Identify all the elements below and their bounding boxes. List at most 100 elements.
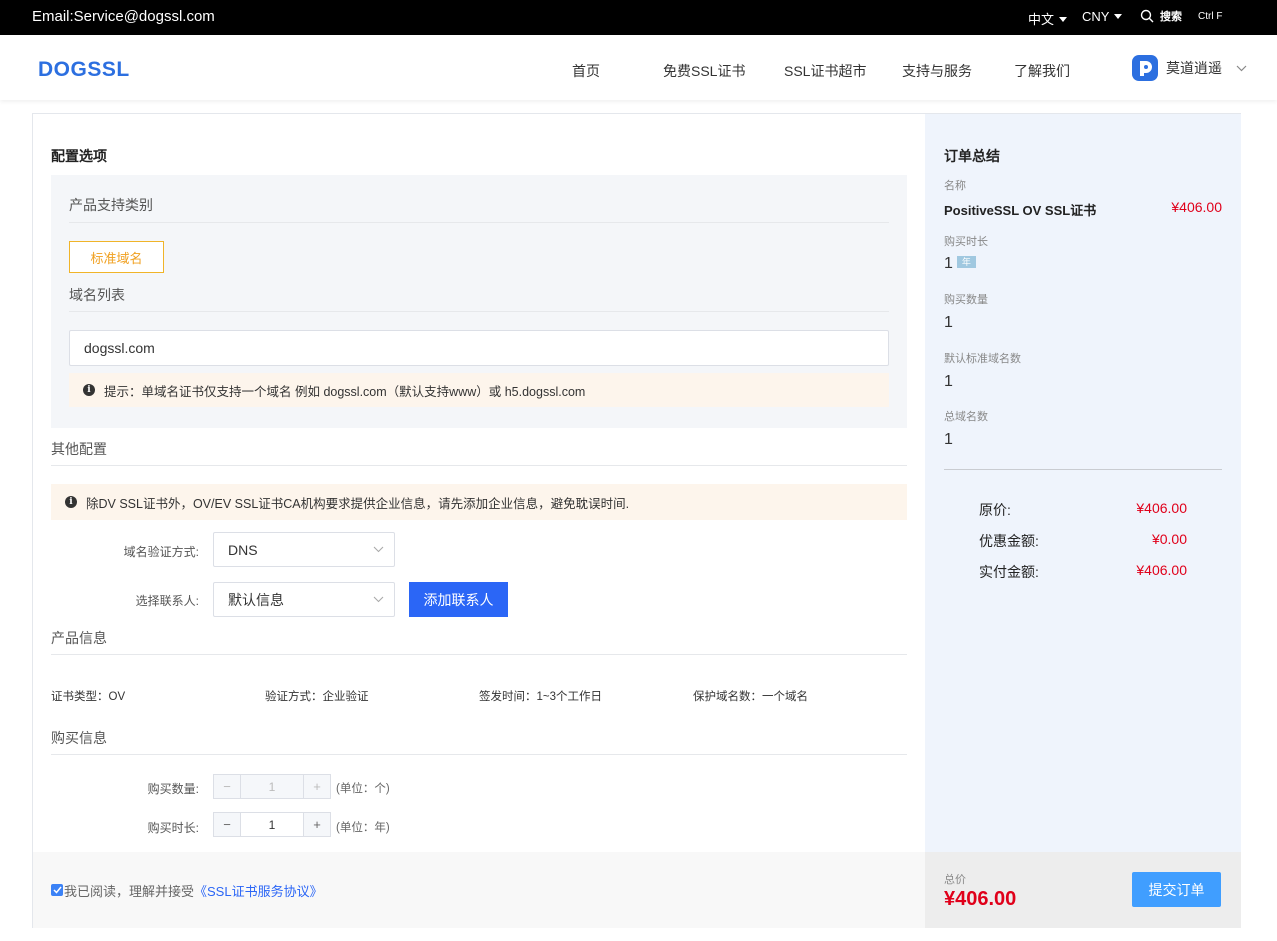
search-label: 搜索 [1160,11,1182,23]
quantity-decrement-button[interactable]: − [214,775,240,798]
domain-config-box: 产品支持类别 标准域名 域名列表 dogssl.com i 提示：单域名证书仅支… [51,175,907,428]
quantity-value[interactable]: 1 [240,775,304,798]
add-contact-button[interactable]: 添加联系人 [409,582,508,617]
agreement-bar: 我已阅读，理解并接受《SSL证书服务协议》 [33,852,925,928]
actual-price-value: ¥406.00 [1136,562,1187,578]
original-price-label: 原价: [979,502,1011,518]
agreement-link[interactable]: 《SSL证书服务协议》 [194,884,323,899]
verify-method-label: 域名验证方式: [123,545,199,559]
discount-value: ¥0.00 [1151,531,1187,547]
duration-summary-value: 1 [944,255,953,272]
caret-down-icon [1114,14,1123,19]
divider [944,469,1222,470]
nav-item-support[interactable]: 支持与服务 [902,61,972,81]
config-panel: 配置选项 产品支持类别 标准域名 域名列表 dogssl.com i 提示：单域… [33,114,925,852]
top-bar: Email:Service@dogssl.com 中文 CNY 搜索 Ctrl … [0,0,1277,35]
company-notice: i 除DV SSL证书外，OV/EV SSL证书CA机构要求提供企业信息，请先添… [51,484,907,520]
quantity-stepper[interactable]: − 1 + [213,774,331,799]
verify-type: 验证方式：企业验证 [265,691,369,703]
search-button[interactable]: 搜索 [1140,8,1182,24]
language-select[interactable]: 中文 [1028,9,1068,28]
quantity-label: 购买数量: [147,782,199,796]
quantity-summary-label: 购买数量 [944,294,988,306]
config-title: 配置选项 [51,148,107,164]
avatar [1132,55,1158,81]
verify-method-select[interactable]: DNS [213,532,395,567]
contact-email[interactable]: Email:Service@dogssl.com [32,8,215,25]
summary-title: 订单总结 [944,148,1000,164]
duration-summary: 1年 [944,255,976,273]
domain-input[interactable]: dogssl.com [69,330,889,366]
chevron-down-icon [1236,65,1247,71]
divider [69,222,889,223]
nav-item-free-ssl[interactable]: 免费SSL证书 [663,61,745,81]
agree-label: 我已阅读，理解并接受 [64,884,195,899]
divider [69,311,889,312]
chevron-down-icon [373,546,384,553]
contact-value: 默认信息 [228,591,284,608]
duration-label: 购买时长: [147,821,199,835]
nav-item-home[interactable]: 首页 [572,61,600,81]
submit-order-button[interactable]: 提交订单 [1132,872,1221,907]
total-domains-label: 总域名数 [944,411,988,423]
duration-increment-button[interactable]: + [304,813,330,836]
duration-value[interactable]: 1 [240,813,304,836]
total-domains-value: 1 [944,431,953,448]
other-config-label: 其他配置 [51,441,107,457]
nav-item-about[interactable]: 了解我们 [1014,61,1070,81]
contact-select[interactable]: 默认信息 [213,582,395,617]
product-info-title: 产品信息 [51,630,107,646]
purchase-info-title: 购买信息 [51,730,107,746]
total-price: ¥406.00 [944,888,1017,910]
agreement-text: 我已阅读，理解并接受《SSL证书服务协议》 [64,881,323,900]
discount-label: 优惠金额: [979,533,1039,549]
search-icon [1140,9,1154,23]
info-icon: i [83,384,95,396]
cert-type: 证书类型：OV [51,691,126,703]
order-config-card: 配置选项 产品支持类别 标准域名 域名列表 dogssl.com i 提示：单域… [32,113,1241,928]
default-domains-label: 默认标准域名数 [944,353,1021,365]
duration-summary-label: 购买时长 [944,236,988,248]
total-label: 总价 [944,874,966,886]
actual-price-label: 实付金额: [979,564,1039,580]
domain-list-label: 域名列表 [69,287,125,303]
currency-label: CNY [1082,9,1110,24]
category-tag-standard[interactable]: 标准域名 [69,241,164,273]
duration-stepper[interactable]: − 1 + [213,812,331,837]
company-notice-text: 除DV SSL证书外，OV/EV SSL证书CA机构要求提供企业信息，请先添加企… [86,496,630,511]
agreement-checkbox[interactable] [51,884,63,896]
quantity-unit: (单位：个) [336,783,390,795]
default-domains-value: 1 [944,373,953,390]
duration-unit-badge: 年 [956,256,976,268]
protected-domains: 保护域名数：一个域名 [693,691,808,703]
duration-unit: (单位：年) [336,822,390,834]
product-price: ¥406.00 [1171,199,1222,215]
original-price-value: ¥406.00 [1136,500,1187,516]
currency-select[interactable]: CNY [1082,9,1123,24]
language-label: 中文 [1028,12,1055,27]
verify-method-value: DNS [228,541,258,558]
chevron-down-icon [373,596,384,603]
user-menu[interactable]: 莫道逍遥 [1132,55,1247,81]
contact-label: 选择联系人: [135,594,199,608]
order-summary-panel: 订单总结 名称 PositiveSSL OV SSL证书 ¥406.00 购买时… [925,114,1241,852]
domain-tip-text: 提示：单域名证书仅支持一个域名 例如 dogssl.com（默认支持www）或 … [104,384,586,399]
issue-time: 签发时间：1~3个工作日 [479,691,603,703]
quantity-increment-button[interactable]: + [304,775,330,798]
domain-tip: i 提示：单域名证书仅支持一个域名 例如 dogssl.com（默认支持www）… [69,373,889,407]
checkout-bar: 总价 ¥406.00 提交订单 [925,852,1241,928]
quantity-summary-value: 1 [944,314,953,331]
divider [51,465,907,466]
duration-decrement-button[interactable]: − [214,813,240,836]
name-label: 名称 [944,180,966,192]
product-name: PositiveSSL OV SSL证书 [944,203,1097,218]
search-shortcut-hint: Ctrl F [1198,11,1223,22]
nav-item-ssl-market[interactable]: SSL证书超市 [784,61,866,81]
check-icon [52,886,62,894]
info-icon: i [65,496,77,508]
site-logo[interactable]: DOGSSL [32,58,130,81]
logo-text: DOGSSL [38,58,130,81]
caret-down-icon [1059,17,1068,22]
product-category-label: 产品支持类别 [69,197,153,213]
main-header: DOGSSL 首页 免费SSL证书 SSL证书超市 支持与服务 了解我们 莫道逍… [0,35,1277,100]
